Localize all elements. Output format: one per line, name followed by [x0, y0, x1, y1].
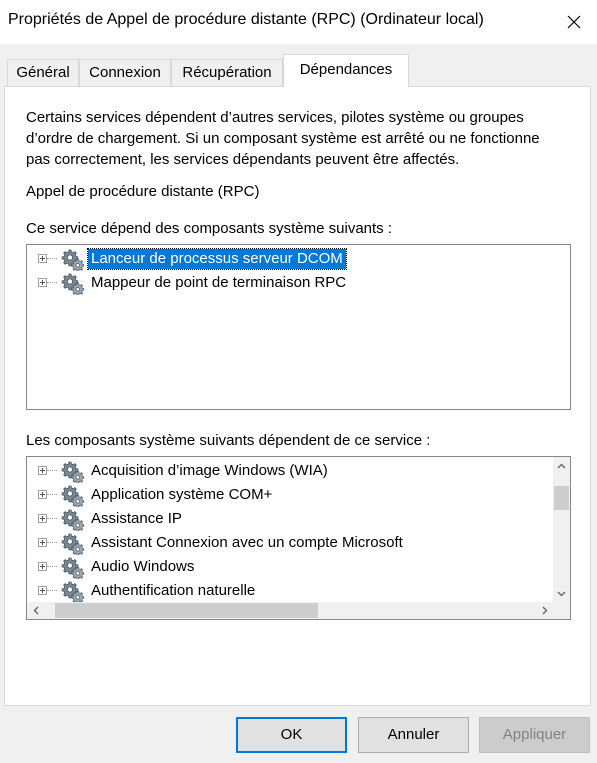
gear-icon [61, 461, 84, 483]
tree-item-label[interactable]: Authentification naturelle [88, 581, 258, 601]
close-icon [567, 15, 581, 29]
scrollbar-corner [553, 602, 570, 619]
gear-icon [61, 273, 84, 295]
tree-item-label[interactable]: Lanceur de processus serveur DCOM [87, 248, 347, 270]
dependents-tree[interactable]: Acquisition d’image Windows (WIA) Applic… [26, 456, 571, 620]
title-bar: Propriétés de Appel de procédure distant… [0, 0, 597, 44]
close-button[interactable] [559, 8, 589, 36]
chevron-up-icon[interactable] [553, 457, 570, 474]
gear-icon [61, 557, 84, 579]
tree-item[interactable]: Lanceur de processus serveur DCOM [38, 247, 347, 271]
vertical-scroll-thumb[interactable] [554, 486, 569, 510]
depends-on-tree[interactable]: Lanceur de processus serveur DCOM Mappeu… [26, 244, 571, 410]
plus-expander-icon[interactable] [38, 489, 57, 501]
gear-icon [61, 249, 84, 271]
tab-connexion[interactable]: Connexion [79, 59, 171, 86]
gear-icon [61, 485, 84, 507]
tree-item-label[interactable]: Acquisition d’image Windows (WIA) [88, 461, 331, 481]
plus-expander-icon[interactable] [38, 253, 57, 265]
chevron-down-icon[interactable] [553, 585, 570, 602]
window-title: Propriétés de Appel de procédure distant… [8, 11, 484, 28]
description-line-1: Certains services dépendent d’autres ser… [26, 109, 524, 126]
tree-item[interactable]: Acquisition d’image Windows (WIA) [38, 459, 331, 483]
tree-item[interactable]: Assistance IP [38, 507, 185, 531]
gear-icon [61, 581, 84, 602]
chevron-right-icon[interactable] [536, 602, 553, 619]
tree-item[interactable]: Authentification naturelle [38, 579, 258, 602]
gear-icon [61, 533, 84, 555]
depends-on-label: Ce service dépend des composants système… [26, 220, 393, 237]
tree-item[interactable]: Assistant Connexion avec un compte Micro… [38, 531, 406, 555]
cancel-button[interactable]: Annuler [358, 717, 469, 753]
description-line-2: d’ordre de chargement. Si un composant s… [26, 130, 540, 147]
tree-item[interactable]: Application système COM+ [38, 483, 275, 507]
horizontal-scroll-thumb[interactable] [55, 603, 318, 618]
dependencies-panel: Certains services dépendent d’autres ser… [4, 86, 591, 706]
plus-expander-icon[interactable] [38, 537, 57, 549]
chevron-left-icon[interactable] [27, 602, 44, 619]
gear-icon [61, 509, 84, 531]
tree-item[interactable]: Audio Windows [38, 555, 197, 579]
tree-item[interactable]: Mappeur de point de terminaison RPC [38, 271, 349, 295]
dependents-label: Les composants système suivants dépenden… [26, 432, 431, 449]
plus-expander-icon[interactable] [38, 277, 57, 289]
tree-item-label[interactable]: Audio Windows [88, 557, 197, 577]
description-line-3: pas correctement, les services dépendant… [26, 151, 460, 168]
plus-expander-icon[interactable] [38, 513, 57, 525]
tree-item-label[interactable]: Assistant Connexion avec un compte Micro… [88, 533, 406, 553]
tree-item-label[interactable]: Application système COM+ [88, 485, 275, 505]
ok-button[interactable]: OK [236, 717, 347, 753]
horizontal-scrollbar[interactable] [27, 602, 553, 619]
plus-expander-icon[interactable] [38, 465, 57, 477]
service-name: Appel de procédure distante (RPC) [26, 183, 260, 200]
plus-expander-icon[interactable] [38, 561, 57, 573]
vertical-scrollbar[interactable] [553, 457, 570, 602]
apply-button[interactable]: Appliquer [479, 717, 590, 753]
tab-recuperation[interactable]: Récupération [171, 59, 283, 86]
tab-dependances[interactable]: Dépendances [283, 54, 409, 87]
dependents-viewport: Acquisition d’image Windows (WIA) Applic… [27, 457, 553, 602]
tree-item-label[interactable]: Assistance IP [88, 509, 185, 529]
tab-general[interactable]: Général [7, 59, 79, 86]
tree-item-label[interactable]: Mappeur de point de terminaison RPC [88, 273, 349, 293]
plus-expander-icon[interactable] [38, 585, 57, 597]
